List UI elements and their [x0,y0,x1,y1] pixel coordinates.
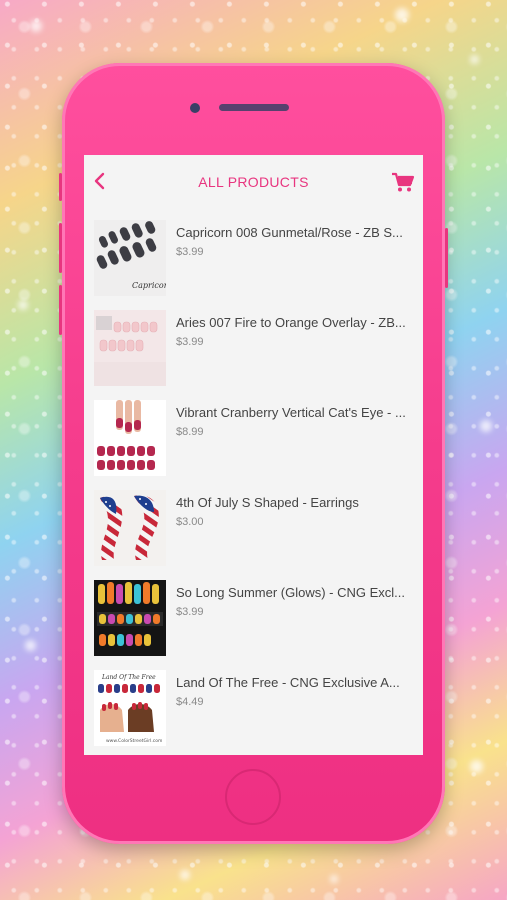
volume-down-button [59,285,62,335]
sparkle [470,55,479,64]
earrings-image [94,490,166,566]
product-item[interactable]: 4th Of July S Shaped - Earrings $3.00 [94,490,414,566]
earpiece-speaker [219,104,289,111]
sparkle [25,640,36,651]
product-price: $3.99 [176,606,204,618]
product-thumbnail [94,490,166,566]
product-thumbnail [94,310,166,386]
product-name: So Long Summer (Glows) - CNG Excl... [176,585,405,600]
product-price: $4.49 [176,696,204,708]
sparkle [18,300,28,310]
silent-switch [59,173,62,201]
sparkle [180,870,190,880]
product-thumbnail [94,580,166,656]
app-screen: ALL PRODUCTS Caprico Capricorn 008 Gunme… [84,155,423,755]
product-item[interactable]: Vibrant Cranberry Vertical Cat's Eye - .… [94,400,414,476]
product-price: $8.99 [176,426,204,438]
sparkle [470,760,483,773]
product-item[interactable]: Land Of The Free www.ColorStreetGirl.com… [94,670,414,746]
product-thumbnail: Capricorn [94,220,166,296]
nail-wraps-image [94,580,166,656]
sparkle [480,420,492,432]
product-name: 4th Of July S Shaped - Earrings [176,495,359,510]
sparkle [395,8,409,22]
phone-frame: ALL PRODUCTS Caprico Capricorn 008 Gunme… [59,63,448,844]
product-name: Capricorn 008 Gunmetal/Rose - ZB S... [176,225,403,240]
product-name: Aries 007 Fire to Orange Overlay - ZB... [176,315,406,330]
volume-up-button [59,223,62,273]
home-button[interactable] [225,769,281,825]
svg-text:Capricorn: Capricorn [132,281,166,290]
nail-wraps-image [94,400,166,476]
svg-text:www.ColorStreetGirl.com: www.ColorStreetGirl.com [106,738,162,744]
product-price: $3.00 [176,516,204,528]
app-header: ALL PRODUCTS [84,155,423,209]
product-name: Land Of The Free - CNG Exclusive A... [176,675,400,690]
sparkle [30,20,42,32]
product-item[interactable]: Capricorn Capricorn 008 Gunmetal/Rose - … [94,220,414,296]
svg-text:Land Of The Free: Land Of The Free [101,674,156,681]
product-item[interactable]: So Long Summer (Glows) - CNG Excl... $3.… [94,580,414,656]
sparkle [330,875,338,883]
product-thumbnail: Land Of The Free www.ColorStreetGirl.com [94,670,166,746]
nail-wraps-image: Capricorn [94,220,166,296]
page-title: ALL PRODUCTS [198,174,309,190]
product-name: Vibrant Cranberry Vertical Cat's Eye - .… [176,405,406,420]
front-camera [190,103,200,113]
power-button [445,228,448,288]
product-price: $3.99 [176,246,204,258]
product-price: $3.99 [176,336,204,348]
nail-wraps-image: Land Of The Free www.ColorStreetGirl.com [94,670,166,746]
nail-wraps-image [94,310,166,386]
cart-icon[interactable] [391,171,415,193]
product-item[interactable]: Aries 007 Fire to Orange Overlay - ZB...… [94,310,414,386]
product-thumbnail [94,400,166,476]
